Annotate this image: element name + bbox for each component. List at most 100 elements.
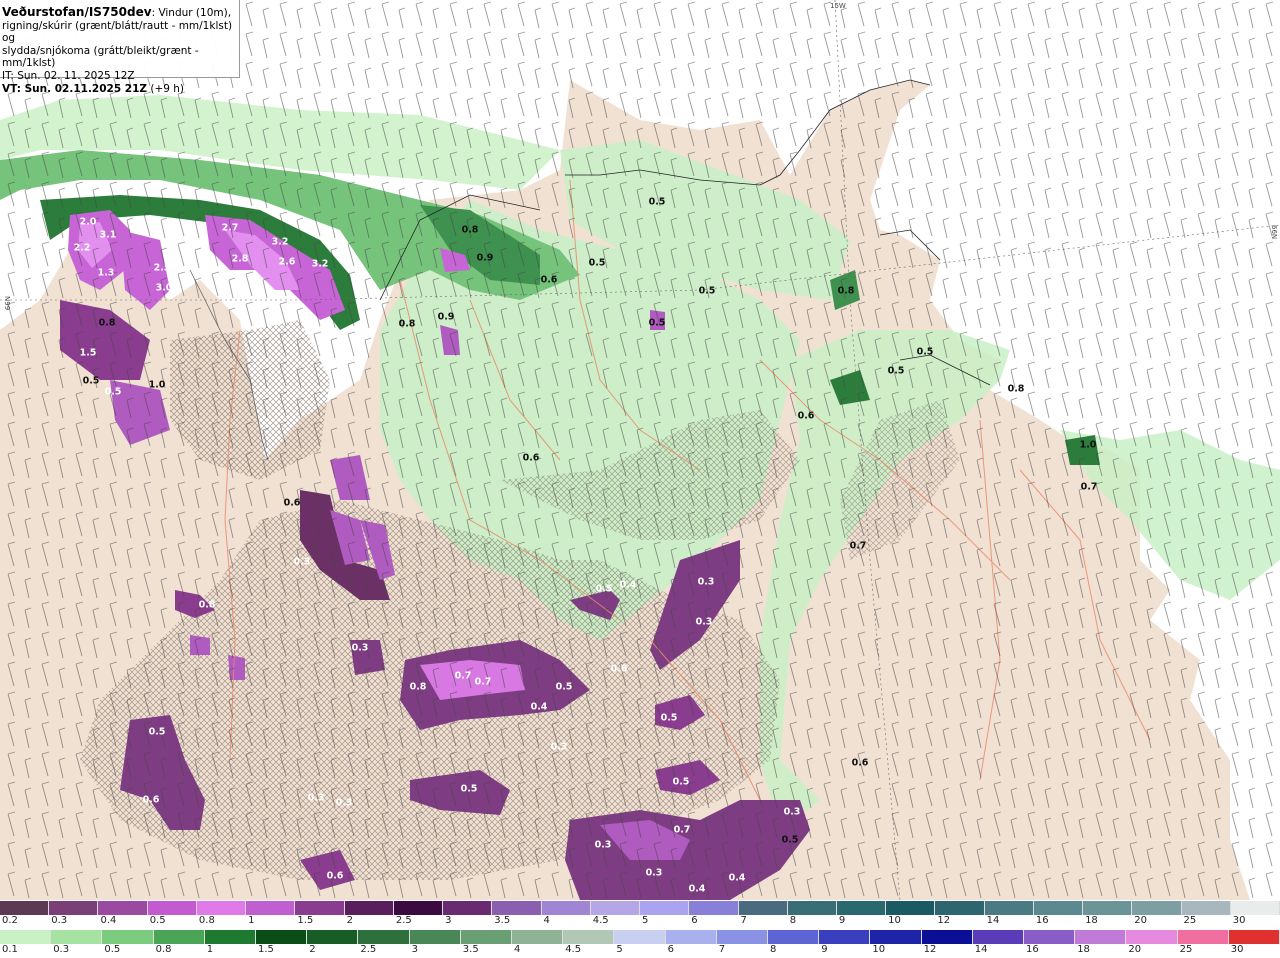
snow-scale-tick: 18: [1085, 915, 1098, 926]
rain-scale-swatch: [563, 930, 615, 944]
rain-scale-tick: 3.5: [462, 944, 479, 955]
map-label: 1.5: [79, 347, 97, 359]
snow-scale-tick: 0.3: [51, 915, 68, 926]
snow-scale-tick: 5: [642, 915, 649, 926]
map-label: 0.5: [660, 712, 678, 724]
snow-scale-swatch: [1033, 901, 1084, 915]
map-label: 0.6: [851, 757, 869, 769]
snow-scale-swatch: [1230, 901, 1280, 915]
map-label: 0.7: [673, 824, 691, 836]
map-label: 0.9: [476, 252, 494, 264]
map-label: 0.5: [887, 365, 905, 377]
snow-scale-swatch: [590, 901, 641, 915]
snow-scale-tick: 2.5: [395, 915, 412, 926]
map-label: 2.6: [278, 256, 296, 268]
map-desc-3: slydda/snjókoma (grátt/bleikt/grænt - mm…: [2, 44, 199, 70]
weather-map[interactable]: 15W 66N N99 2.0 3.1 2.2 1.3 2.5 3.0 2.7 …: [0, 0, 1280, 900]
snow-scale-tick: 7: [740, 915, 747, 926]
map-label: 2.2: [73, 242, 91, 254]
map-label: 0.3: [645, 867, 663, 879]
map-label: 0.7: [454, 670, 472, 682]
rain-scale-swatch: [819, 930, 871, 944]
map-label: 1.0: [1079, 439, 1097, 451]
snow-scale-swatch: [393, 901, 444, 915]
rain-scale-tick: 4: [514, 944, 521, 955]
rain-scale-swatch: [204, 930, 257, 944]
rain-scale-swatch: [1177, 930, 1229, 944]
snow-scale-swatch: [787, 901, 837, 915]
rain-scale-tick: 3: [411, 944, 418, 955]
rain-scale-swatch: [51, 930, 103, 944]
map-label: 0.8: [461, 224, 479, 236]
map-label: 0.6: [283, 497, 301, 509]
rain-scale-swatch: [102, 930, 154, 944]
map-label: 1.3: [97, 267, 115, 279]
map-label: 2.7: [221, 222, 239, 234]
snow-scale-swatch: [49, 901, 99, 915]
snow-scale-swatch: [738, 901, 788, 915]
rain-scale-swatch: [614, 930, 666, 944]
map-label: 0.4: [688, 883, 706, 895]
rain-scale-tick: 18: [1077, 944, 1090, 955]
snow-scale-tick: 16: [1035, 915, 1049, 926]
map-label: 0.8: [1007, 383, 1025, 395]
map-label: 2.5: [153, 262, 171, 274]
rain-scale-tick: 16: [1026, 944, 1039, 955]
snow-scale-tick: 10: [888, 915, 901, 926]
map-label: 0.3: [695, 616, 713, 628]
snow-scale-swatch: [935, 901, 985, 915]
map-label: 0.6: [522, 452, 540, 464]
rain-scale-tick: 10: [872, 944, 886, 955]
rain-scale-swatch: [1228, 930, 1280, 944]
snow-scale-tick: 4.5: [592, 915, 609, 926]
snow-scale-swatch: [344, 901, 394, 915]
snow-scale-tick: 25: [1183, 915, 1197, 926]
snow-scale-tick: 4: [543, 915, 550, 926]
rain-scale-swatch: [409, 930, 461, 944]
rain-scale-tick: 20: [1128, 944, 1142, 955]
map-label: 0.5: [460, 783, 478, 795]
snow-scale-tick: 8: [789, 915, 797, 926]
rain-scale-tick: 14: [974, 944, 988, 955]
grid-label-right: 66N: [1270, 225, 1278, 240]
snow-scale-ticks: 0.2 0.3 0.4 0.5 0.8 1 1.5 2 2.5 3 3.5 4 4.5 5 6 7 8 9 10 12…: [0, 915, 1280, 929]
snow-color-scale: [0, 901, 1280, 915]
map-label: 0.3: [307, 792, 325, 804]
map-label: 0.5: [148, 726, 166, 738]
valid-time: VT: Sun. 02.11.2025 21Z: [2, 82, 148, 95]
map-label: 0.3: [783, 806, 801, 818]
map-label: 0.4: [530, 701, 548, 713]
snow-scale-swatch: [246, 901, 296, 915]
snow-scale-tick: 6: [691, 915, 698, 926]
map-label: 0.7: [849, 540, 867, 552]
snow-scale-swatch: [984, 901, 1034, 915]
snow-scale-tick: 14: [986, 915, 1000, 926]
map-label: 0.4: [728, 872, 746, 884]
snow-scale-tick: 2: [346, 915, 353, 926]
rain-scale-tick: 0.5: [104, 944, 121, 955]
map-label: 0.3: [550, 741, 568, 753]
map-label: 0.5: [104, 386, 122, 398]
map-label: 0.6: [540, 274, 558, 286]
snow-scale-swatch: [443, 901, 493, 915]
rain-scale-tick: 2: [309, 944, 316, 955]
rain-scale-tick: 2.5: [360, 944, 377, 955]
map-label: 0.6: [797, 410, 815, 422]
rain-scale-tick: 4.5: [565, 944, 582, 955]
rain-scale-swatch: [460, 930, 513, 944]
rain-scale-swatch: [1024, 930, 1076, 944]
map-label: 0.8: [409, 681, 427, 693]
map-label: 0.8: [198, 599, 216, 611]
snow-scale-swatch: [147, 901, 197, 915]
rain-scale-tick: 30: [1230, 944, 1244, 955]
rain-scale-tick: 25: [1179, 944, 1193, 955]
map-label: 2.0: [79, 216, 97, 228]
map-label: 0.8: [98, 317, 116, 329]
rain-scale-swatch: [1075, 930, 1127, 944]
snow-scale-swatch: [640, 901, 690, 915]
rain-scale-tick: 0.8: [155, 944, 172, 955]
snow-scale-tick: 0.4: [100, 915, 117, 926]
snow-scale-swatch: [1132, 901, 1182, 915]
map-label: 0.5: [588, 257, 606, 269]
snow-scale-tick: 9: [838, 915, 846, 926]
